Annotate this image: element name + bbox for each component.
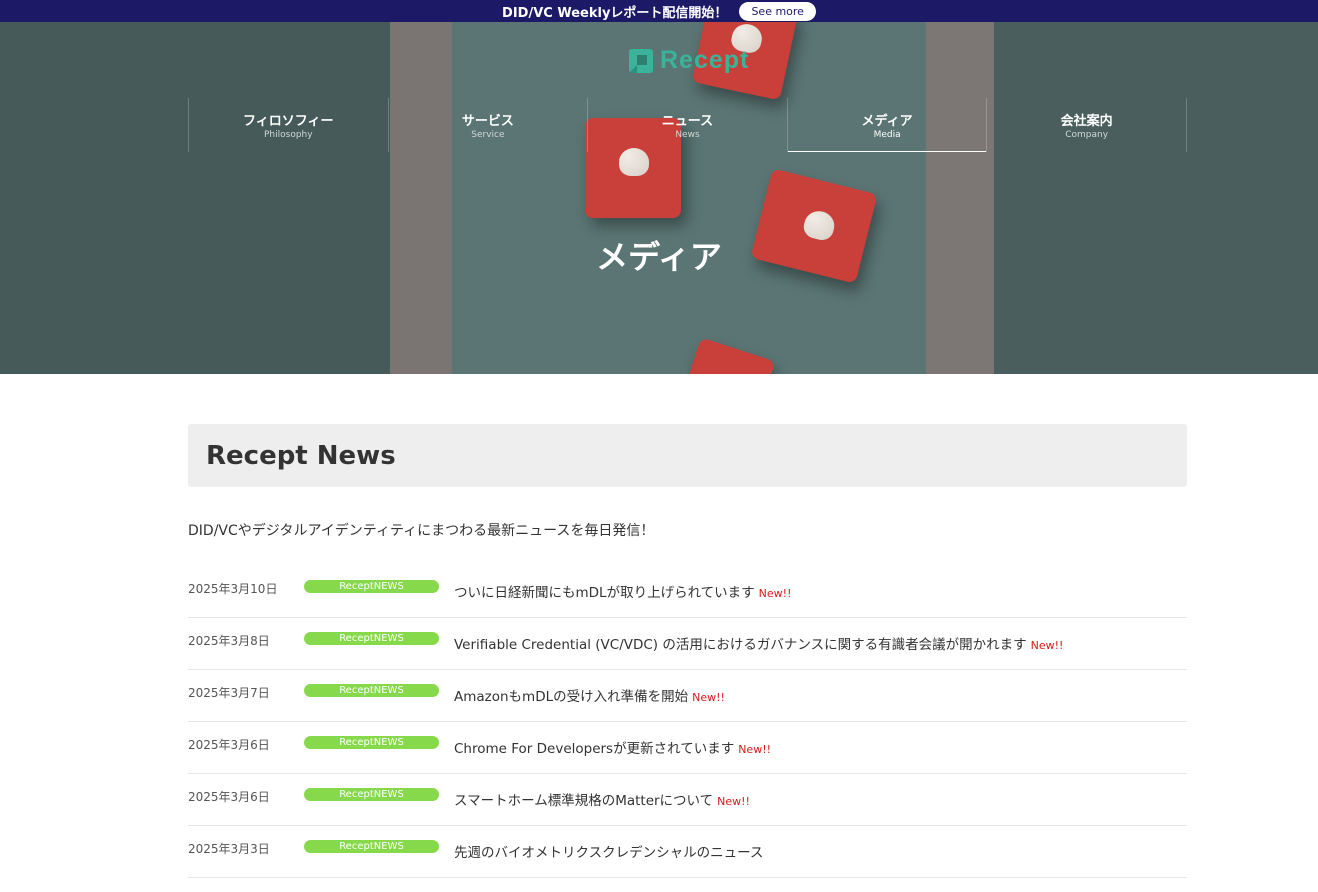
hero-background [0, 22, 390, 374]
nav-sublabel: Media [873, 130, 901, 140]
news-category-tag[interactable]: ReceptNEWS [304, 684, 439, 697]
section-title: Recept News [206, 440, 396, 471]
news-title: ついに日経新聞にもmDLが取り上げられています [454, 585, 755, 601]
news-category-tag[interactable]: ReceptNEWS [304, 788, 439, 801]
news-title: AmazonもmDLの受け入れ準備を開始 [454, 689, 689, 705]
hero-background [926, 22, 994, 374]
nav-item-news[interactable]: ニュース News [587, 98, 787, 152]
hero-banner: Recept フィロソフィー Philosophy サービス Service ニ… [0, 22, 1318, 374]
news-date: 2025年3月7日 [188, 686, 270, 700]
section-header: Recept News [188, 424, 1187, 487]
page-title: メディア [596, 238, 722, 276]
news-title-link[interactable]: スマートホーム標準規格のMatterについて New!! [454, 789, 750, 809]
news-category-tag[interactable]: ReceptNEWS [304, 840, 439, 853]
news-title: スマートホーム標準規格のMatterについて [454, 793, 714, 809]
news-title-link[interactable]: 先週のバイオメトリクスクレデンシャルのニュース [454, 841, 763, 861]
section-intro: DID/VCやデジタルアイデンティティにまつわる最新ニュースを毎日発信！ [188, 523, 655, 539]
new-badge: New!! [692, 691, 725, 704]
news-list: 2025年3月10日 ReceptNEWS ついに日経新聞にもmDLが取り上げら… [188, 566, 1187, 878]
news-title: 先週のバイオメトリクスクレデンシャルのニュース [454, 845, 764, 861]
nav-item-media[interactable]: メディア Media [786, 98, 987, 152]
main-navigation: フィロソフィー Philosophy サービス Service ニュース New… [188, 98, 1187, 152]
news-title-link[interactable]: Chrome For Developersが更新されています New!! [454, 737, 771, 757]
news-title-link[interactable]: AmazonもmDLの受け入れ準備を開始 New!! [454, 685, 725, 705]
nav-label: 会社案内 [1060, 114, 1113, 129]
news-item[interactable]: 2025年3月8日 ReceptNEWS Verifiable Credenti… [188, 618, 1187, 670]
new-badge: New!! [758, 587, 792, 600]
news-item[interactable]: 2025年3月6日 ReceptNEWS Chrome For Develope… [188, 722, 1187, 774]
nav-label: サービス [461, 114, 514, 129]
news-category-tag[interactable]: ReceptNEWS [304, 736, 439, 749]
news-item[interactable]: 2025年3月3日 ReceptNEWS 先週のバイオメトリクスクレデンシャルの… [188, 826, 1187, 878]
news-item[interactable]: 2025年3月6日 ReceptNEWS スマートホーム標準規格のMatterに… [188, 774, 1187, 826]
new-badge: New!! [738, 743, 772, 756]
nav-sublabel: Philosophy [264, 130, 313, 140]
nav-item-service[interactable]: サービス Service [387, 98, 588, 152]
news-item[interactable]: 2025年3月7日 ReceptNEWS AmazonもmDLの受け入れ準備を開… [188, 670, 1187, 722]
announcement-bar: DID/VC Weeklyレポート配信開始！ See more [0, 0, 1318, 22]
announcement-text: DID/VC Weeklyレポート配信開始！ [502, 5, 728, 21]
news-date: 2025年3月6日 [188, 790, 270, 804]
news-title-link[interactable]: ついに日経新聞にもmDLが取り上げられています New!! [454, 581, 791, 601]
news-category-tag[interactable]: ReceptNEWS [304, 632, 439, 645]
nav-label: フィロソフィー [243, 114, 334, 129]
news-title-link[interactable]: Verifiable Credential (VC/VDC) の活用におけるガバ… [454, 633, 1063, 653]
nav-sublabel: Company [1065, 130, 1109, 140]
nav-label: メディア [861, 114, 913, 129]
news-title: Verifiable Credential (VC/VDC) の活用におけるガバ… [454, 637, 1027, 653]
nav-label: ニュース [661, 114, 714, 129]
logo-text: Recept [660, 46, 750, 74]
recept-logo-icon [629, 48, 653, 73]
news-date: 2025年3月8日 [188, 634, 270, 648]
news-item[interactable]: 2025年3月10日 ReceptNEWS ついに日経新聞にもmDLが取り上げら… [188, 566, 1187, 618]
nav-sublabel: News [675, 130, 700, 140]
site-logo[interactable]: Recept [628, 46, 749, 75]
nav-sublabel: Service [471, 130, 505, 140]
hero-background [390, 22, 452, 374]
new-badge: New!! [1030, 639, 1064, 652]
new-badge: New!! [717, 795, 750, 808]
news-title: Chrome For Developersが更新されています [454, 741, 735, 757]
hero-background [994, 22, 1318, 374]
see-more-button[interactable]: See more [739, 1, 816, 21]
news-date: 2025年3月10日 [188, 582, 278, 596]
news-date: 2025年3月3日 [188, 842, 270, 856]
news-date: 2025年3月6日 [188, 738, 270, 752]
nav-item-philosophy[interactable]: フィロソフィー Philosophy [188, 98, 388, 152]
nav-item-company[interactable]: 会社案内 Company [986, 98, 1187, 152]
news-category-tag[interactable]: ReceptNEWS [304, 580, 439, 593]
